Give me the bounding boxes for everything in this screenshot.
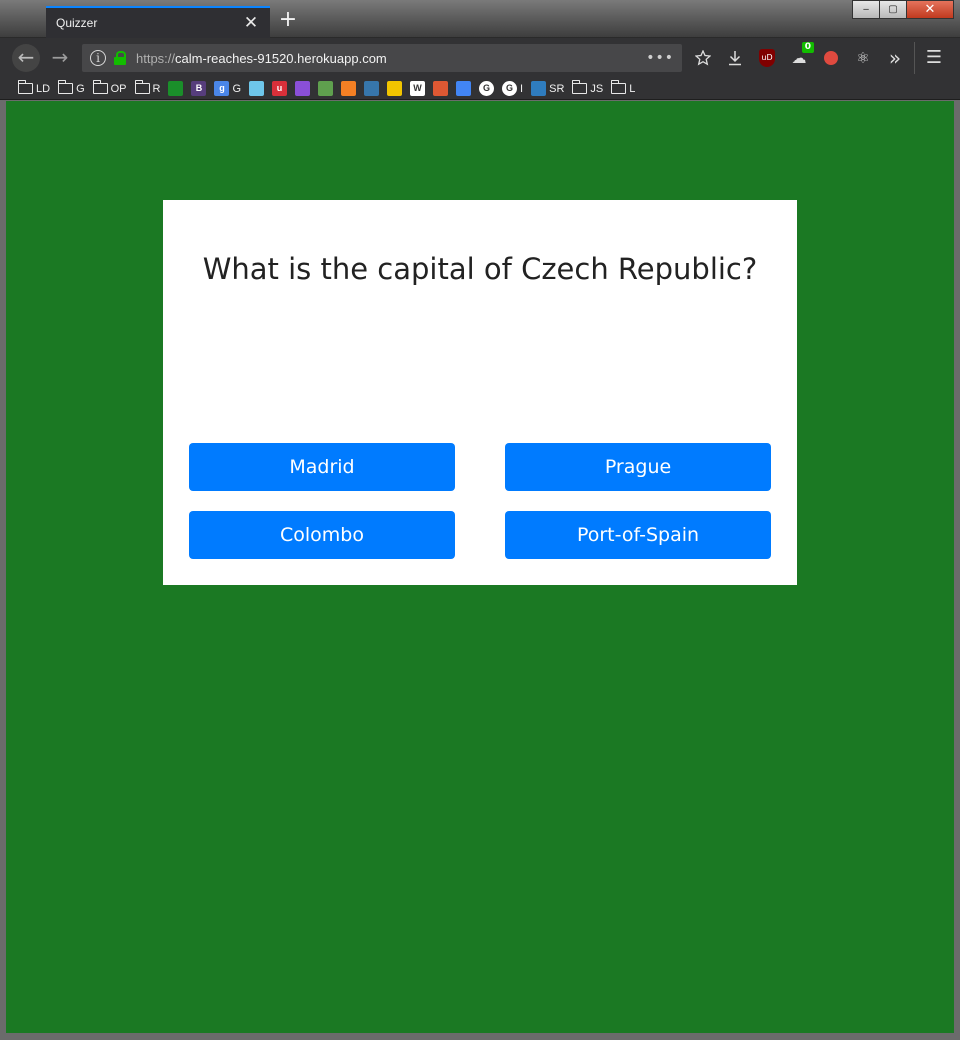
bookmark-item[interactable] [341,81,357,96]
bookmark-star-icon[interactable] [690,46,716,70]
bookmarks-bar: LD G OP R Bg Gu W G G I SR JS L [0,78,960,100]
overflow-menu-icon[interactable]: » [882,46,908,70]
linux-icon [387,81,403,96]
bookmark-item[interactable]: LD [18,80,51,95]
folder-icon [611,80,627,94]
url-bar[interactable]: i https://calm-reaches-91520.herokuapp.c… [82,44,682,72]
vivaldi-icon[interactable] [818,46,844,70]
page-actions-icon[interactable]: ••• [646,50,674,66]
bookmark-item[interactable]: JS [572,80,604,95]
python-icon [364,81,380,96]
google-g-icon: g [214,81,230,96]
answer-button-prague[interactable]: Prague [505,443,771,491]
url-host: calm-reaches-91520.herokuapp.com [175,50,387,66]
bookmark-item[interactable] [433,81,449,96]
ublock-icon[interactable]: uD [759,49,775,67]
new-tab-button[interactable]: + [276,8,300,34]
hamburger-menu-icon[interactable]: ☰ [922,46,946,70]
maximize-button[interactable]: ▢ [879,0,907,19]
quiz-card: What is the capital of Czech Republic? M… [163,200,797,585]
hexagon-icon [295,81,311,96]
navigation-bar: ← → i https://calm-reaches-91520.herokua… [0,38,960,78]
bookmark-item[interactable]: G [479,81,495,96]
wikipedia-icon: W [410,81,426,96]
bookmark-item[interactable] [168,81,184,96]
bookmark-label: L [629,82,636,95]
site-info-icon[interactable]: i [90,50,106,66]
stackoverflow-icon [341,81,357,96]
google-icon: G [479,81,495,96]
bookmark-item[interactable] [456,81,472,96]
forward-button[interactable]: → [46,44,74,72]
close-window-button[interactable]: ✕ [906,0,954,19]
bookmark-label: OP [110,82,127,95]
bookmark-item[interactable]: R [134,80,161,95]
bookmark-item[interactable]: W [410,81,426,96]
folder-icon [18,80,33,94]
bookmark-item[interactable] [249,81,265,96]
bookmark-item[interactable] [364,81,380,96]
bookmark-label: R [152,82,161,95]
bookmark-item[interactable] [318,81,334,96]
bookmark-item[interactable]: SR [531,81,564,96]
android-icon [168,81,184,96]
bookmark-item[interactable]: gG [214,81,241,96]
minimize-button[interactable]: ‒ [852,0,880,19]
bookmark-icon [531,81,547,96]
answer-button-port-of-spain[interactable]: Port-of-Spain [505,511,771,559]
bookmark-item[interactable] [295,81,311,96]
bookmark-item[interactable]: B [191,81,207,96]
browser-tab[interactable]: Quizzer ✕ [46,6,270,38]
url-protocol: https:// [136,50,176,66]
title-bar: Quizzer ✕ + ‒ ▢ ✕ [0,0,960,38]
url-text[interactable]: https://calm-reaches-91520.herokuapp.com [136,51,646,66]
folder-icon [572,80,588,94]
download-icon[interactable] [722,46,748,70]
folder-icon [134,80,150,94]
answer-grid: Madrid Prague Colombo Port-of-Spain [189,443,771,559]
bookmark-label: I [520,82,524,95]
window-controls: ‒ ▢ ✕ [852,0,954,19]
extension-cloud-icon[interactable]: ☁ 0 [786,42,814,70]
tab-close-icon[interactable]: ✕ [242,13,260,33]
unsplash-icon: u [272,81,288,96]
bookmark-label: JS [590,82,604,95]
lock-icon [114,51,126,65]
node-icon [318,81,334,96]
folder-icon [58,80,74,94]
tab-title: Quizzer [56,16,98,30]
bootstrap-icon: B [191,81,207,96]
folder-icon [92,80,108,94]
bookmark-label: G [232,82,242,95]
bookmark-item[interactable]: OP [92,80,127,95]
bookmark-label: SR [549,82,565,95]
bookmark-item[interactable]: L [611,80,636,95]
toolbar-icons: uD ☁ 0 ⚛ » [690,42,908,70]
question-text: What is the capital of Czech Republic? [202,252,758,286]
extension-badge: 0 [801,42,814,53]
bookmark-item[interactable]: G [58,80,85,95]
duckduckgo-icon [433,81,449,96]
google-icon: G [502,81,518,96]
page-viewport: What is the capital of Czech Republic? M… [6,101,954,1033]
translate-icon [456,81,472,96]
toolbar-separator [914,42,915,74]
bookmark-label: G [76,82,85,95]
bookmark-item[interactable] [387,81,403,96]
bookmark-item[interactable]: u [272,81,288,96]
back-button[interactable]: ← [12,44,40,72]
bird-icon [249,81,265,96]
answer-button-colombo[interactable]: Colombo [189,511,455,559]
bookmark-label: LD [36,82,51,95]
answer-button-madrid[interactable]: Madrid [189,443,455,491]
bookmark-item[interactable]: GI [502,81,523,96]
react-devtools-icon[interactable]: ⚛ [850,46,876,70]
